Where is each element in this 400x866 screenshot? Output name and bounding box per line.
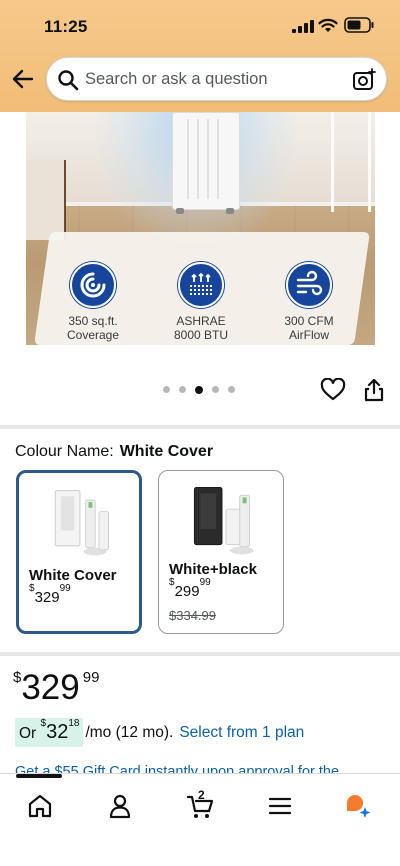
colour-name-label: Colour Name: White Cover: [15, 443, 213, 461]
share-icon[interactable]: [363, 378, 385, 402]
feature-btu: ASHRAE 8000 BTU: [151, 262, 251, 342]
feature-label: AirFlow: [288, 328, 329, 342]
monthly-amount-badge: Or $3218: [15, 717, 84, 747]
carousel-dot[interactable]: [212, 386, 219, 393]
menu-icon[interactable]: [266, 792, 294, 820]
cellular-signal-icon: [292, 20, 314, 33]
battery-icon: [344, 17, 374, 33]
variant-thumbnail: [54, 490, 109, 556]
air-conditioner-unit: [172, 112, 240, 210]
variant-price: $29999: [169, 577, 211, 600]
back-arrow-icon[interactable]: [10, 66, 36, 92]
section-divider: [0, 425, 400, 429]
feature-label: 300 CFM: [284, 314, 334, 328]
monthly-whole: 32: [46, 721, 69, 743]
price-fraction: 99: [82, 669, 100, 686]
price-currency: $: [13, 669, 22, 686]
monthly-payment: Or $3218 /mo (12 mo). Select from 1 plan: [15, 718, 304, 747]
image-wheel: [226, 208, 234, 214]
heart-icon[interactable]: [320, 378, 346, 402]
monthly-currency: $: [40, 717, 47, 729]
cooling-icon: [178, 262, 224, 308]
image-basket: [26, 160, 66, 240]
carousel-dot[interactable]: [179, 386, 186, 393]
product-price: $329 99: [13, 668, 99, 708]
carousel-dots[interactable]: [163, 385, 235, 394]
status-bar: 11:25: [0, 0, 400, 52]
colour-option-white-cover[interactable]: White Cover $32999: [16, 470, 142, 634]
cart-count: 2: [198, 788, 205, 802]
carousel-dot-active[interactable]: [195, 385, 203, 394]
feature-label: ASHRAE: [176, 314, 226, 328]
price-whole: 329: [21, 668, 80, 707]
section-divider: [0, 652, 400, 656]
colour-label-text: Colour Name:: [15, 443, 114, 460]
wifi-icon: [318, 18, 338, 32]
variant-price: $32999: [29, 583, 71, 606]
variant-price-fraction: 99: [59, 583, 71, 594]
colour-selected-value: White Cover: [119, 443, 214, 460]
variant-name: White+black: [169, 561, 257, 578]
variant-price-fraction: 99: [199, 577, 211, 588]
monthly-suffix: /mo (12 mo).: [85, 723, 174, 741]
colour-option-white-black[interactable]: White+black $29999 $334.99: [158, 470, 284, 634]
monthly-fraction: 18: [68, 717, 80, 729]
variant-price-whole: 329: [34, 589, 60, 606]
carousel-dot[interactable]: [228, 386, 235, 393]
feature-coverage: 350 sq.ft. Coverage: [43, 262, 143, 342]
variant-name: White Cover: [29, 567, 117, 584]
monthly-prefix: Or: [19, 725, 41, 742]
rufus-assistant-icon[interactable]: [344, 792, 372, 820]
camera-search-icon[interactable]: [352, 68, 376, 92]
search-icon: [58, 70, 79, 91]
feature-label: Coverage: [66, 328, 120, 342]
home-icon[interactable]: [26, 792, 54, 820]
variant-was-price: $334.99: [169, 608, 216, 623]
carousel-dot[interactable]: [163, 386, 170, 393]
variant-price-whole: 299: [174, 583, 200, 600]
select-plan-link[interactable]: Select from 1 plan: [179, 724, 304, 742]
image-chair: [331, 112, 371, 212]
airflow-icon: [286, 262, 332, 308]
active-tab-indicator: [16, 774, 62, 778]
variant-thumbnail: [193, 487, 254, 555]
feature-label: 8000 BTU: [173, 328, 229, 342]
status-time: 11:25: [44, 17, 88, 36]
feature-label: 350 sq.ft.: [68, 314, 118, 328]
search-input[interactable]: Search or ask a question: [85, 70, 268, 89]
cart-button[interactable]: 2: [186, 788, 214, 820]
product-image[interactable]: 350 sq.ft. Coverage ASHRAE 8000 BTU 300 CF…: [26, 112, 375, 345]
bottom-navigation: 2: [0, 773, 400, 866]
feature-airflow: 300 CFM AirFlow: [259, 262, 359, 342]
coverage-icon: [70, 262, 116, 308]
account-icon[interactable]: [106, 792, 134, 820]
image-wheel: [176, 208, 184, 214]
search-bar[interactable]: Search or ask a question: [46, 57, 387, 101]
